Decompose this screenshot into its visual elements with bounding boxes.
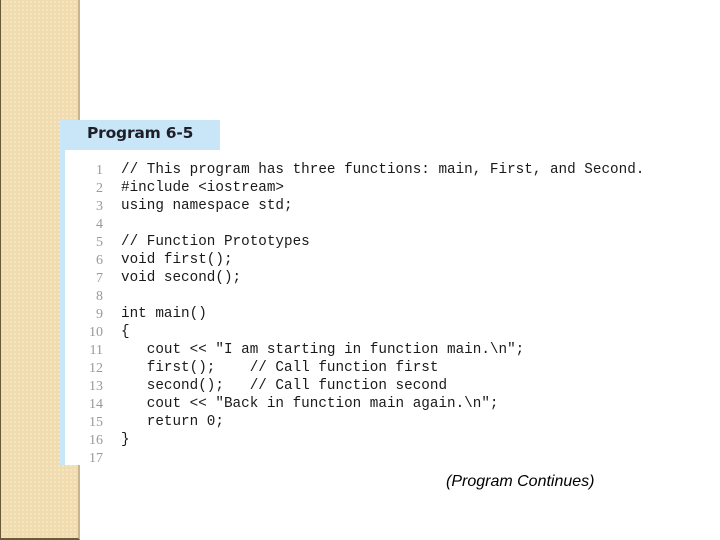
line-code: cout << "I am starting in function main.… — [121, 342, 525, 358]
program-title: Program 6-5 — [87, 124, 194, 142]
line-code: void first(); — [121, 252, 233, 268]
line-code: { — [121, 324, 130, 340]
code-lines: 1 // This program has three functions: ma… — [65, 161, 644, 467]
line-code: first(); // Call function first — [121, 360, 439, 376]
code-line: 12 first(); // Call function first — [65, 359, 438, 377]
line-code: void second(); — [121, 270, 242, 286]
code-line: 13 second(); // Call function second — [65, 377, 447, 395]
line-number: 10 — [89, 325, 103, 340]
line-code: cout << "Back in function main again.\n"… — [121, 396, 499, 412]
code-line: 9 int main() — [65, 305, 207, 323]
code-line: 16} — [65, 431, 130, 449]
line-code: } — [121, 432, 130, 448]
line-number: 2 — [96, 181, 103, 196]
line-number: 9 — [96, 307, 103, 322]
code-line: 4 — [65, 215, 103, 233]
line-number: 13 — [89, 379, 103, 394]
line-number: 14 — [89, 397, 103, 412]
program-continues-label: (Program Continues) — [446, 473, 595, 490]
line-number: 16 — [89, 433, 103, 448]
line-number: 11 — [89, 343, 103, 358]
line-number: 5 — [96, 235, 103, 250]
line-number: 6 — [96, 253, 103, 268]
code-line: 6 void first(); — [65, 251, 233, 269]
line-number: 3 — [96, 199, 103, 214]
code-line: 17 — [65, 449, 103, 467]
line-number: 15 — [89, 415, 103, 430]
code-line: 3 using namespace std; — [65, 197, 293, 215]
code-line: 1 // This program has three functions: ma… — [65, 161, 644, 179]
line-number: 12 — [89, 361, 103, 376]
line-number: 17 — [89, 451, 103, 466]
code-line: 11 cout << "I am starting in function ma… — [65, 341, 525, 359]
code-line: 7 void second(); — [65, 269, 241, 287]
code-line: 8 — [65, 287, 103, 305]
line-code: int main() — [121, 306, 207, 322]
line-code: // This program has three functions: mai… — [121, 162, 645, 178]
line-code: second(); // Call function second — [121, 378, 448, 394]
code-line: 5 // Function Prototypes — [65, 233, 310, 251]
line-number: 1 — [96, 163, 103, 178]
line-code: // Function Prototypes — [121, 234, 310, 250]
line-code: #include <iostream> — [121, 180, 285, 196]
line-code: return 0; — [121, 414, 224, 430]
program-header: Program 6-5 — [60, 120, 220, 150]
line-number: 8 — [96, 289, 103, 304]
line-number: 4 — [96, 217, 103, 232]
code-line: 2 #include <iostream> — [65, 179, 284, 197]
line-code: using namespace std; — [121, 198, 293, 214]
code-listing: 1 // This program has three functions: ma… — [65, 150, 665, 467]
line-number: 7 — [96, 271, 103, 286]
code-line: 15 return 0; — [65, 413, 224, 431]
code-line: 14 cout << "Back in function main again.… — [65, 395, 499, 413]
code-line: 10 { — [65, 323, 130, 341]
